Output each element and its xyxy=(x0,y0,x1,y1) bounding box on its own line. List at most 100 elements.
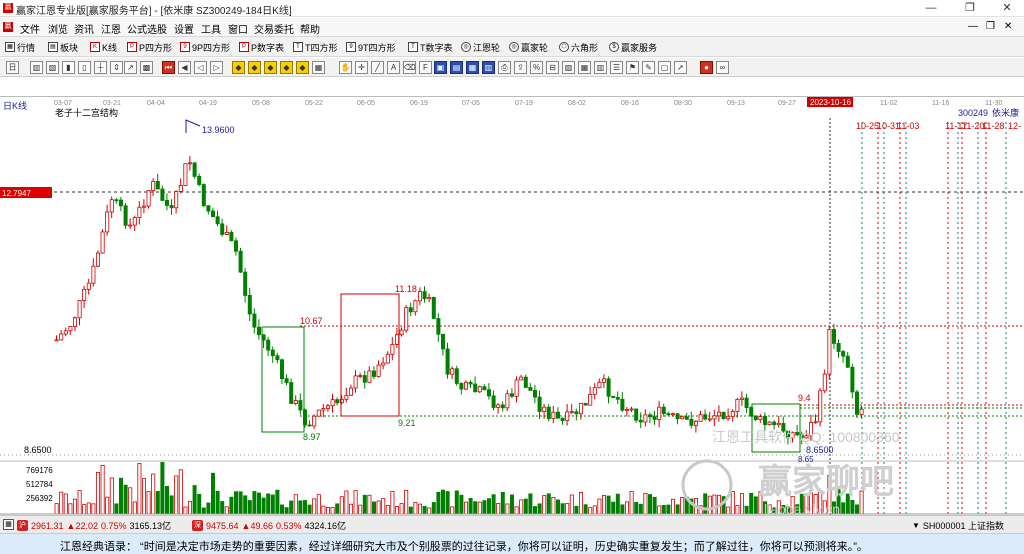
mdi-restore-button[interactable]: ❐ xyxy=(986,21,995,32)
line-chart-icon[interactable]: ↗ xyxy=(124,61,137,74)
menu-browse[interactable]: 浏览 xyxy=(48,21,68,36)
candle-body xyxy=(684,416,689,420)
sh-index-summary[interactable]: 沪 2961.31 ▲22.02 0.75% 3165.13亿 xyxy=(17,519,171,532)
arrow-icon[interactable]: ➚ xyxy=(674,61,687,74)
forward-icon[interactable]: ▷ xyxy=(210,61,223,74)
toolbar-gann-wheel-button[interactable]: ◎ 江恩轮 xyxy=(461,40,500,54)
volume-bar xyxy=(358,504,363,515)
layout-icon[interactable]: ▤ xyxy=(450,61,463,74)
toolbar-9p-square-button[interactable]: 9 9P四方形 xyxy=(180,40,230,54)
toolbar-sector-button[interactable]: ▤ 板块 xyxy=(48,40,78,54)
columns-icon[interactable]: ▥ xyxy=(594,61,607,74)
volume-bar xyxy=(615,493,620,515)
toolbar-quotes-button[interactable]: ▦ 行情 xyxy=(5,40,35,54)
volume-bar xyxy=(302,500,307,515)
volume-bar xyxy=(422,505,427,515)
infinity-icon[interactable]: ∞ xyxy=(716,61,729,74)
candle-body xyxy=(588,393,593,406)
mdi-close-button[interactable]: ✕ xyxy=(1004,21,1012,32)
back-icon[interactable]: ◁ xyxy=(194,61,207,74)
kline-chart-svg[interactable]: 03-07 03-21 04-04 04-19 05-08 05-22 06-05 06-19… xyxy=(0,78,1024,517)
percent-icon[interactable]: % xyxy=(530,61,543,74)
menu-formula-pick[interactable]: 公式选股 xyxy=(127,21,167,36)
split-icon[interactable]: ⊟ xyxy=(546,61,559,74)
minimize-button[interactable]: — xyxy=(916,0,946,17)
menu-trade[interactable]: 交易委托 xyxy=(254,21,294,36)
prev-icon[interactable]: ◀ xyxy=(178,61,191,74)
menu-window[interactable]: 窗口 xyxy=(228,21,248,36)
bars-icon[interactable]: ▮ xyxy=(62,61,75,74)
gann-square-icon[interactable]: ◆ xyxy=(280,61,293,74)
grid-table-icon[interactable]: ▦ xyxy=(312,61,325,74)
brick-icon[interactable]: ▩ xyxy=(140,61,153,74)
rebound-high-label: 11.18 xyxy=(395,284,417,294)
toolbar-hexagon-button[interactable]: ⬡ 六角形 xyxy=(559,40,598,54)
restore-button[interactable]: ❐ xyxy=(955,0,985,17)
toolbar-winner-wheel-button[interactable]: ◎ 赢家轮 xyxy=(509,40,548,54)
menu-help[interactable]: 帮助 xyxy=(300,21,320,36)
hand-icon[interactable]: ✋ xyxy=(339,61,352,74)
volume-bar xyxy=(348,503,353,515)
candle-body xyxy=(772,421,777,426)
gann-angle-icon[interactable]: ◆ xyxy=(296,61,309,74)
gann-box-icon[interactable]: ◆ xyxy=(248,61,261,74)
gann-grid-icon[interactable]: ◆ xyxy=(264,61,277,74)
first-icon[interactable]: ⏮ xyxy=(162,61,175,74)
menu-tools[interactable]: 工具 xyxy=(201,21,221,36)
sort-icon[interactable]: ⇕ xyxy=(110,61,123,74)
alarm-icon[interactable]: ▥ xyxy=(482,61,495,74)
crosshair-icon[interactable]: ✛ xyxy=(355,61,368,74)
menu-settings[interactable]: 设置 xyxy=(174,21,194,36)
menu-file[interactable]: 文件 xyxy=(20,21,40,36)
gann-fan-icon[interactable]: ◆ xyxy=(232,61,245,74)
print-icon[interactable]: ⎙ xyxy=(498,61,511,74)
box-icon[interactable]: ▢ xyxy=(658,61,671,74)
ohlc-icon[interactable]: ┼ xyxy=(94,61,107,74)
period-icon[interactable]: 日 xyxy=(6,61,19,74)
volume-bar xyxy=(224,506,229,515)
board-icon[interactable]: ▦ xyxy=(578,61,591,74)
candle-body xyxy=(86,282,91,290)
toolbar-service-button[interactable]: $ 赢家服务 xyxy=(609,40,657,54)
toolbar-t-square-button[interactable]: T T四方形 xyxy=(293,40,338,54)
candle-body xyxy=(712,415,717,420)
close-button[interactable]: ✕ xyxy=(992,0,1022,17)
candle-body xyxy=(105,211,110,233)
kline-chart[interactable]: 03-07 03-21 04-04 04-19 05-08 05-22 06-05 06-19… xyxy=(0,78,1024,517)
toolbar-p-table-button[interactable]: P P数字表 xyxy=(239,40,284,54)
calc-icon[interactable]: ▦ xyxy=(466,61,479,74)
toolbar-t-table-button[interactable]: T T数字表 xyxy=(408,40,453,54)
candle-body xyxy=(325,405,330,409)
trend-line-icon[interactable]: ╱ xyxy=(371,61,384,74)
toolbar-kline-button[interactable]: K K线 xyxy=(90,40,117,54)
sz-index-summary[interactable]: 深 9475.64 ▲49.66 0.53% 4324.16亿 xyxy=(192,519,346,532)
menu-gann[interactable]: 江恩 xyxy=(101,21,121,36)
toolbar-9t-square-button[interactable]: 9 9T四方形 xyxy=(346,40,396,54)
volume-bar xyxy=(362,494,367,515)
candle-body xyxy=(450,368,455,375)
fib-icon[interactable]: F xyxy=(419,61,432,74)
text-tool-icon[interactable]: A xyxy=(387,61,400,74)
stats-icon[interactable]: ▨ xyxy=(562,61,575,74)
flag-icon[interactable]: ⚑ xyxy=(626,61,639,74)
sh-value: 2961.31 xyxy=(31,520,64,531)
chart-style-icon[interactable]: ▥ xyxy=(30,61,43,74)
index-select[interactable]: ▼ SH000001 上证指数 xyxy=(912,519,1004,532)
candle-body xyxy=(422,291,427,300)
volume-bar xyxy=(371,501,376,515)
volume-bar xyxy=(96,472,101,515)
index-dropdown-icon: ▼ xyxy=(912,521,920,530)
list-icon[interactable]: ☰ xyxy=(610,61,623,74)
record-icon[interactable]: ● xyxy=(700,61,713,74)
export-icon[interactable]: ⇪ xyxy=(514,61,527,74)
candles-icon[interactable]: ▯ xyxy=(78,61,91,74)
mdi-minimize-button[interactable]: — xyxy=(968,21,978,32)
menu-info[interactable]: 资讯 xyxy=(74,21,94,36)
candle-body xyxy=(528,387,533,391)
eraser-icon[interactable]: ⌫ xyxy=(403,61,416,74)
save-icon[interactable]: ▣ xyxy=(434,61,447,74)
grid-icon[interactable]: ▦ xyxy=(3,519,14,530)
template-icon[interactable]: ▧ xyxy=(46,61,59,74)
note-icon[interactable]: ✎ xyxy=(642,61,655,74)
toolbar-p-square-button[interactable]: P P四方形 xyxy=(127,40,172,54)
